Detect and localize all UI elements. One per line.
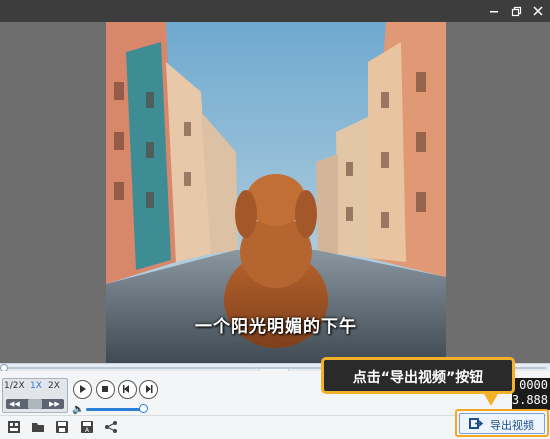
share-icon[interactable] [104, 420, 118, 434]
speed-double[interactable]: 2X [48, 381, 60, 391]
stop-icon [102, 386, 108, 392]
volume-icon[interactable]: 🔈 [72, 404, 84, 415]
stop-button[interactable] [96, 380, 115, 399]
time-top: 0000 [519, 378, 548, 392]
play-button[interactable] [73, 380, 92, 399]
speed-selector[interactable]: 1/2X 1X 2X ◀◀ ▶▶ [2, 378, 68, 413]
next-frame-button[interactable] [139, 380, 158, 399]
play-icon [80, 385, 86, 393]
volume-knob[interactable] [139, 404, 148, 413]
tutorial-callout-pointer [483, 392, 499, 406]
open-folder-icon[interactable] [31, 420, 45, 434]
previous-frame-icon [123, 385, 129, 393]
restore-icon[interactable] [508, 3, 524, 19]
close-icon[interactable] [530, 3, 546, 19]
save-as-icon[interactable]: A [80, 420, 94, 434]
video-subtitle: 一个阳光明媚的下午 [195, 317, 357, 337]
new-project-icon[interactable] [7, 420, 21, 434]
export-button-highlight [455, 409, 549, 437]
video-frame[interactable]: 一个阳光明媚的下午 [106, 22, 446, 363]
tutorial-callout: 点击“导出视频”按钮 [321, 357, 515, 394]
speed-down-icon[interactable]: ◀◀ [9, 400, 20, 408]
save-icon[interactable] [55, 420, 69, 434]
previous-frame-button[interactable] [118, 380, 137, 399]
volume-slider[interactable] [86, 408, 144, 411]
time-display: 0000 00:01:33.888 [512, 378, 550, 410]
speed-slider-knob[interactable] [28, 399, 42, 409]
speed-up-icon[interactable]: ▶▶ [49, 400, 60, 408]
video-viewport: 一个阳光明媚的下午 [0, 22, 550, 363]
next-frame-icon [146, 385, 153, 393]
title-bar [0, 0, 550, 22]
speed-half[interactable]: 1/2X [4, 381, 25, 391]
minimize-icon[interactable] [486, 3, 502, 19]
speed-normal[interactable]: 1X [30, 381, 42, 391]
time-current: 00:01:33.888 [512, 393, 548, 407]
tutorial-callout-text: 点击“导出视频”按钮 [352, 370, 484, 386]
